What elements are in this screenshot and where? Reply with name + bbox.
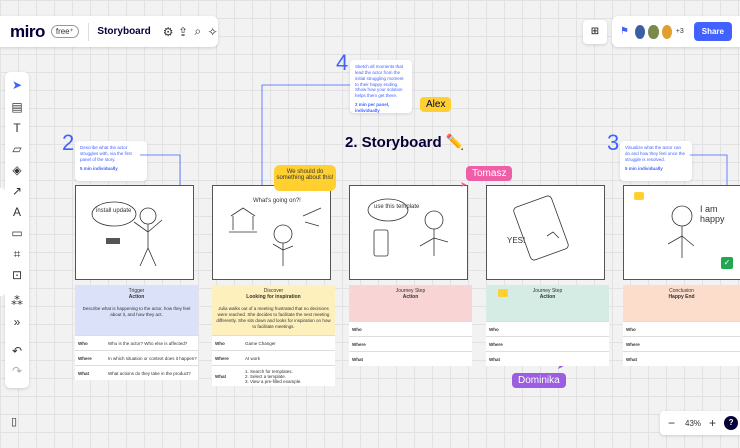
card-label: Conclusion Happy End	[668, 288, 695, 300]
card-rows: Who Where What	[623, 321, 740, 366]
connector-line	[140, 154, 181, 185]
sketch-frame[interactable]: YES!	[486, 185, 605, 280]
table-row: Where At work	[212, 350, 335, 365]
zoom-in-button[interactable]: +	[709, 416, 716, 430]
story-card[interactable]: Discover Looking for inspiration Julia wa…	[212, 285, 335, 386]
sketch-caption: YES!	[507, 236, 526, 245]
table-row: What	[349, 351, 472, 366]
cursor-pointer-icon: ➤	[460, 180, 467, 189]
card-title: Looking for inspiration	[246, 294, 301, 300]
table-row: Who	[349, 321, 472, 336]
sketch-frame[interactable]: use this template	[349, 185, 468, 280]
card-header: Journey Step Action	[349, 285, 472, 321]
table-row: Who	[486, 321, 609, 336]
card-label: Trigger Action	[128, 288, 145, 300]
cursor-label-dominika: Dominika	[512, 373, 566, 388]
comment-icon[interactable]	[634, 192, 644, 200]
card-header: Journey Step Action	[486, 285, 609, 321]
sketch-drawing	[91, 201, 163, 267]
help-button[interactable]: ?	[724, 416, 739, 430]
sketch-drawing	[513, 195, 569, 261]
card-label: Discover Looking for inspiration	[246, 288, 301, 300]
sketch-frame[interactable]: What's going on?!	[212, 185, 331, 280]
zoom-controls: − 43% + ?	[660, 411, 740, 435]
story-card[interactable]: Conclusion Happy End Who Where What	[623, 285, 740, 366]
comment-icon[interactable]	[498, 289, 508, 297]
sketch-caption: use this template	[374, 204, 420, 210]
table-row: What 1. Search for templates. 2. Select a…	[212, 365, 335, 386]
card-description: Julia walks out of a meeting frustrated …	[216, 306, 331, 329]
story-card[interactable]: Journey Step Action Who Where What	[486, 285, 609, 366]
table-row: What	[623, 351, 740, 366]
card-rows: Who Where What	[486, 321, 609, 366]
speech-bubble[interactable]: We should do something about this!	[274, 165, 336, 191]
sketch-caption: What's going on?!	[253, 198, 301, 204]
sketch-frame[interactable]: I am happy ✓	[623, 185, 740, 280]
table-row: Where	[349, 336, 472, 351]
cursor-label-tomasz: Tomasz	[466, 166, 513, 181]
card-header: Trigger Action Describe what is happening…	[75, 285, 198, 335]
table-row: Where In which situation or context does …	[75, 350, 198, 365]
story-card[interactable]: Journey Step Action Who Where What	[349, 285, 472, 366]
card-header: Discover Looking for inspiration Julia wa…	[212, 285, 335, 335]
story-card[interactable]: Trigger Action Describe what is happening…	[75, 285, 198, 380]
card-title: Action	[539, 294, 556, 300]
card-label: Journey Step Action	[395, 288, 426, 300]
table-row: What	[486, 351, 609, 366]
table-row: Who Game Changer	[212, 335, 335, 350]
panel-toggle-icon[interactable]: ▯	[7, 415, 21, 429]
card-header: Conclusion Happy End	[623, 285, 740, 321]
table-row: What What actions do they take in the pro…	[75, 365, 198, 380]
zoom-level[interactable]: 43%	[685, 419, 701, 428]
card-title: Happy End	[668, 294, 695, 300]
sketch-caption: I am happy	[700, 204, 725, 224]
check-icon[interactable]: ✓	[721, 257, 733, 269]
card-rows: Who Game Changer Where At work What 1. Sear…	[212, 335, 335, 386]
card-description: Describe what is happening to the actor,…	[82, 306, 191, 317]
card-title: Action	[128, 294, 145, 300]
cursor-label-alex: Alex	[420, 97, 452, 112]
connector-line	[690, 154, 728, 185]
card-title: Action	[402, 294, 419, 300]
sketch-frame[interactable]: install update	[75, 185, 194, 280]
table-row: Who Who is the actor? Who else is affecte…	[75, 335, 198, 350]
card-rows: Who Who is the actor? Who else is affecte…	[75, 335, 198, 380]
table-row: Where	[623, 336, 740, 351]
sketch-caption: install update	[96, 208, 132, 214]
zoom-out-button[interactable]: −	[668, 416, 675, 430]
sketch-drawing	[367, 198, 449, 257]
table-row: Who	[623, 321, 740, 336]
table-row: Where	[486, 336, 609, 351]
card-rows: Who Where What	[349, 321, 472, 366]
